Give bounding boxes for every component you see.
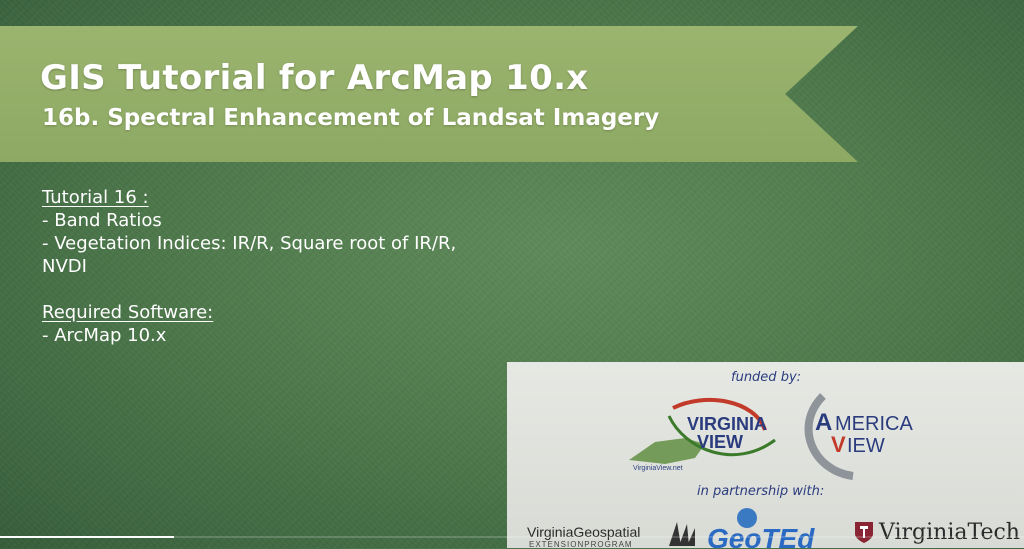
tutorial-heading: Tutorial 16 : <box>42 187 149 208</box>
tutorial-item: - Band Ratios <box>42 210 162 231</box>
tutorial-item: NVDI <box>42 256 87 277</box>
video-progress-bar[interactable] <box>0 536 1024 538</box>
tutorial-item: - Vegetation Indices: IR/R, Square root … <box>42 233 457 254</box>
funded-by-label: funded by: <box>731 370 802 385</box>
america-view-a: A <box>815 409 832 436</box>
page-subtitle: 16b. Spectral Enhancement of Landsat Ima… <box>42 105 660 131</box>
virginia-view-logo: VIRGINIA VIEW VirginiaView.net <box>629 397 776 472</box>
sponsor-panel: funded by: VIRGINIA VIEW VirginiaView.ne… <box>507 362 1024 549</box>
virginia-view-line2: VIEW <box>697 432 743 452</box>
geoted-logo: GeoTEd <box>707 508 815 548</box>
video-progress-fill <box>0 536 175 538</box>
partnership-label: in partnership with: <box>697 484 825 499</box>
software-heading: Required Software: <box>42 302 214 323</box>
america-view-v: V <box>831 432 846 457</box>
software-item: - ArcMap 10.x <box>42 325 167 346</box>
vge-fan-icon <box>669 522 695 546</box>
america-view-logo: A MERICA V IEW <box>804 393 913 480</box>
page-title: GIS Tutorial for ArcMap 10.x <box>40 58 589 98</box>
virginia-view-url: VirginiaView.net <box>633 465 683 472</box>
virginia-view-line1: VIRGINIA <box>687 414 767 434</box>
vt-shield-icon <box>855 522 873 543</box>
vt-logo-text: VirginiaTech <box>879 520 1020 545</box>
america-view-line1: MERICA <box>835 413 913 435</box>
tutorial-content: Tutorial 16 : - Band Ratios - Vegetation… <box>42 186 522 347</box>
svg-text:IEW: IEW <box>847 435 885 457</box>
